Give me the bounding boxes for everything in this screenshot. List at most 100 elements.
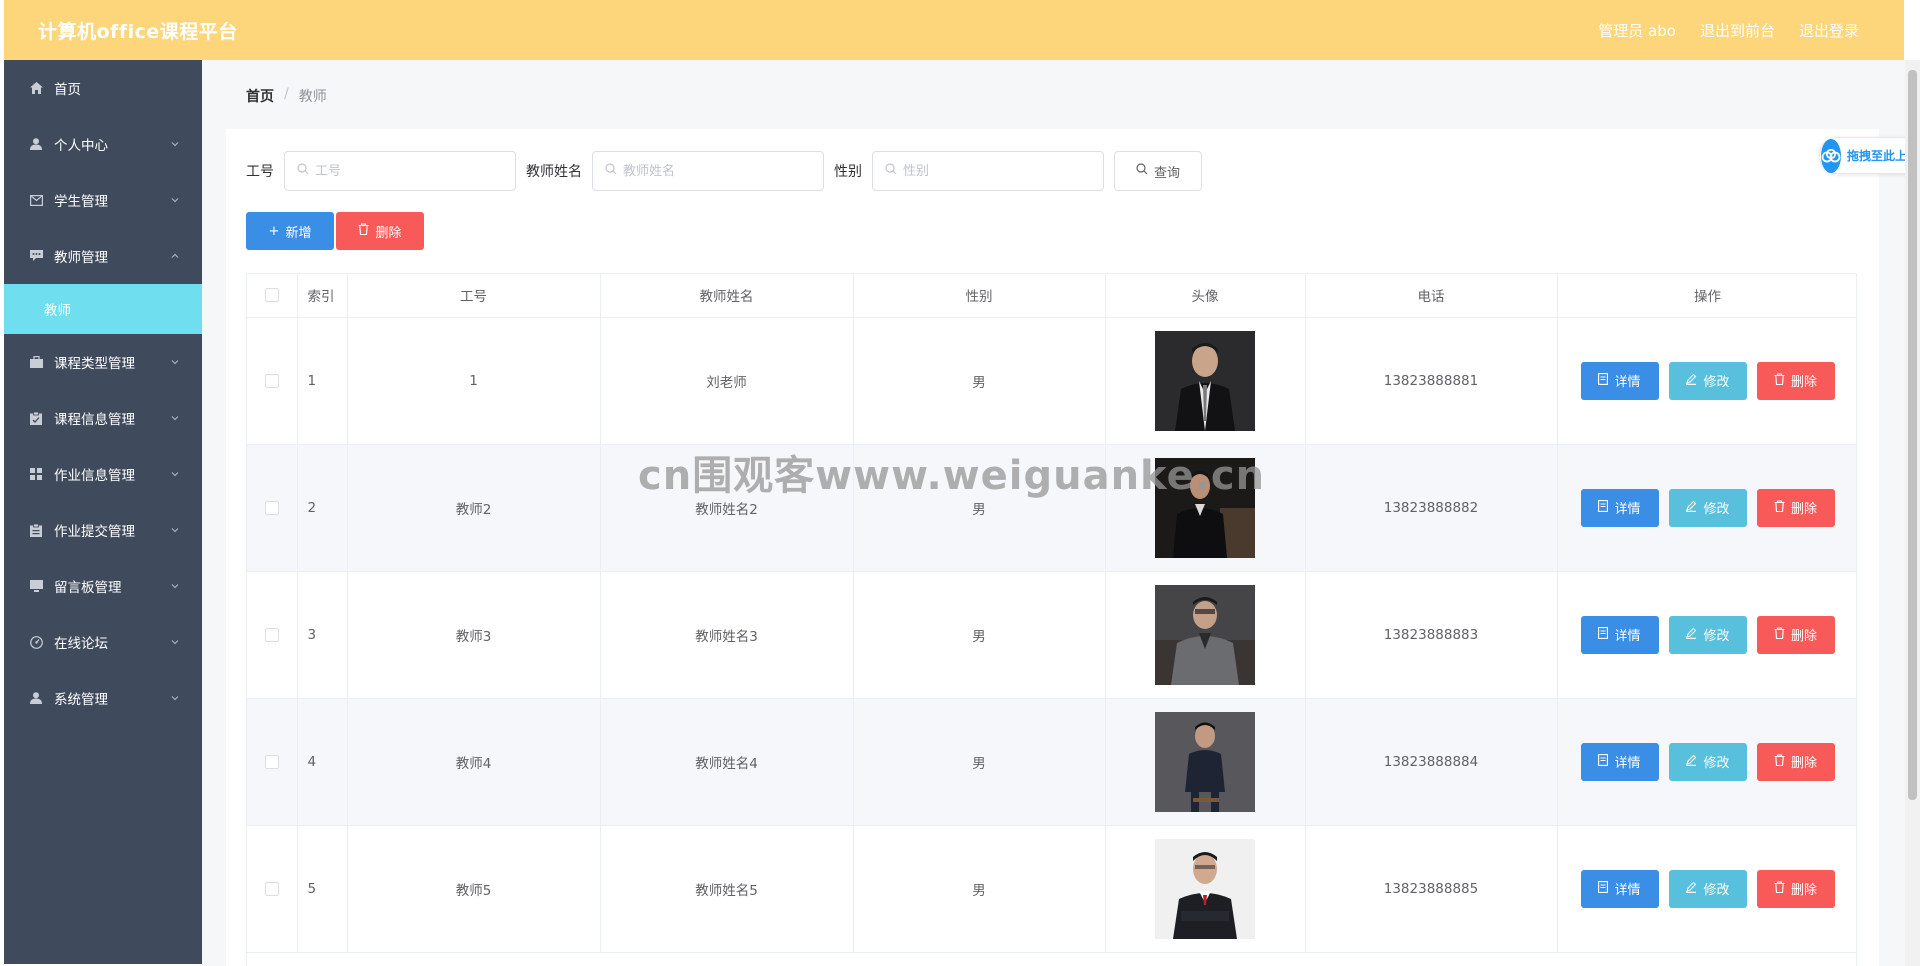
- avatar[interactable]: [1155, 584, 1255, 685]
- cell-avatar: [1105, 825, 1306, 953]
- chat-icon: [28, 248, 44, 264]
- name-field[interactable]: [592, 151, 824, 191]
- id-field[interactable]: [284, 151, 516, 191]
- sidebar-item-message-board-management[interactable]: 留言板管理: [4, 558, 202, 614]
- batch-delete-button[interactable]: 删除: [336, 212, 424, 250]
- sidebar-item-personal-center[interactable]: 个人中心: [4, 116, 202, 172]
- detail-button[interactable]: 详情: [1580, 869, 1659, 908]
- avatar[interactable]: [1155, 711, 1255, 812]
- add-button[interactable]: + 新增: [246, 212, 334, 250]
- detail-label: 详情: [1614, 883, 1641, 898]
- table-row: 2 教师2 教师姓名2 男 13823888882 详情 修改 删除: [247, 444, 1856, 572]
- row-select-cell[interactable]: [247, 571, 298, 699]
- search-icon: [605, 163, 617, 179]
- cell-index: 1: [297, 317, 348, 445]
- row-checkbox[interactable]: [264, 500, 279, 515]
- gender-input[interactable]: [903, 163, 1093, 179]
- sidebar-item-course-info-management[interactable]: 课程信息管理: [4, 390, 202, 446]
- breadcrumb-separator: /: [284, 86, 289, 102]
- cell-index: 5: [297, 825, 348, 953]
- delete-button[interactable]: 删除: [1756, 488, 1835, 527]
- sidebar-item-home[interactable]: 首页: [4, 60, 202, 116]
- search-bar: 工号 教师姓名 性别 查询: [246, 151, 1202, 191]
- sidebar-item-system-management[interactable]: 系统管理: [4, 670, 202, 726]
- breadcrumb-home[interactable]: 首页: [246, 86, 274, 106]
- row-checkbox[interactable]: [264, 627, 279, 642]
- gender-field[interactable]: [872, 151, 1104, 191]
- cell-gender: 男: [853, 444, 1106, 572]
- logout-link[interactable]: 退出登录: [1799, 20, 1859, 41]
- sidebar-item-homework-info-management[interactable]: 作业信息管理: [4, 446, 202, 502]
- delete-button[interactable]: 删除: [1756, 742, 1835, 781]
- detail-button[interactable]: 详情: [1580, 615, 1659, 654]
- query-button[interactable]: 查询: [1114, 151, 1202, 191]
- header-links: 管理员 abo 退出到前台 退出登录: [1598, 20, 1859, 41]
- search-icon: [885, 163, 897, 179]
- grid-icon: [28, 466, 44, 482]
- row-select-cell[interactable]: [247, 825, 298, 953]
- delete-button[interactable]: 删除: [1756, 615, 1835, 654]
- cell-phone: 13823888883: [1305, 571, 1558, 699]
- content-panel: 工号 教师姓名 性别 查询 + 新增: [226, 129, 1879, 966]
- plus-icon: +: [268, 223, 280, 239]
- sidebar-item-course-type-management[interactable]: 课程类型管理: [4, 334, 202, 390]
- sidebar: 首页 个人中心 学生管理 教师管理 教师 课程类型管理 课程信息管理 作业信息管…: [4, 60, 202, 964]
- edit-label: 修改: [1703, 883, 1730, 898]
- row-checkbox[interactable]: [264, 373, 279, 388]
- cell-ops: 详情 修改 删除: [1557, 698, 1857, 826]
- row-actions: 详情 修改 删除: [1558, 742, 1857, 781]
- cell-gender: 男: [853, 571, 1106, 699]
- scroll-thumb[interactable]: [1908, 70, 1917, 800]
- user-icon: [28, 690, 44, 706]
- admin-label[interactable]: 管理员 abo: [1598, 20, 1676, 41]
- edit-button[interactable]: 修改: [1668, 361, 1747, 400]
- id-input[interactable]: [315, 163, 505, 179]
- document-icon: [28, 522, 44, 538]
- cell-phone: 13823888882: [1305, 444, 1558, 572]
- detail-button[interactable]: 详情: [1580, 488, 1659, 527]
- document-icon: [1598, 372, 1609, 389]
- delete-button[interactable]: 删除: [1756, 869, 1835, 908]
- chevron-down-icon: [170, 195, 180, 205]
- row-select-cell[interactable]: [247, 444, 298, 572]
- detail-button[interactable]: 详情: [1580, 361, 1659, 400]
- row-checkbox[interactable]: [264, 881, 279, 896]
- header-id: 工号: [347, 274, 601, 318]
- name-input[interactable]: [623, 163, 813, 179]
- cell-name: 刘老师: [600, 317, 854, 445]
- scrollbar[interactable]: [1905, 60, 1920, 966]
- row-select-cell[interactable]: [247, 317, 298, 445]
- edit-button[interactable]: 修改: [1668, 615, 1747, 654]
- detail-button[interactable]: 详情: [1580, 742, 1659, 781]
- sidebar-item-online-forum[interactable]: 在线论坛: [4, 614, 202, 670]
- trash-icon: [358, 223, 369, 239]
- sidebar-item-homework-submit-management[interactable]: 作业提交管理: [4, 502, 202, 558]
- sidebar-item-student-management[interactable]: 学生管理: [4, 172, 202, 228]
- id-label: 工号: [246, 164, 274, 180]
- edit-button[interactable]: 修改: [1668, 869, 1747, 908]
- row-checkbox[interactable]: [264, 754, 279, 769]
- sidebar-subitem-teacher[interactable]: 教师: [4, 284, 202, 334]
- to-front-link[interactable]: 退出到前台: [1700, 20, 1775, 41]
- table-row: 3 教师3 教师姓名3 男 13823888883 详情 修改 删除: [247, 571, 1856, 699]
- action-bar: + 新增 删除: [246, 212, 424, 250]
- cell-id: 教师3: [347, 571, 601, 699]
- edit-button[interactable]: 修改: [1668, 488, 1747, 527]
- avatar[interactable]: [1155, 838, 1255, 939]
- edit-button[interactable]: 修改: [1668, 742, 1747, 781]
- avatar[interactable]: [1155, 330, 1255, 431]
- main-content: 首页 / 教师 工号 教师姓名 性别 查询: [202, 60, 1905, 966]
- trash-icon: [1774, 626, 1785, 643]
- document-icon: [1598, 626, 1609, 643]
- avatar[interactable]: [1155, 457, 1255, 558]
- select-all-cell[interactable]: [247, 274, 298, 318]
- cell-avatar: [1105, 571, 1306, 699]
- sidebar-item-teacher-management[interactable]: 教师管理: [4, 228, 202, 284]
- row-actions: 详情 修改 删除: [1558, 361, 1857, 400]
- cell-id: 教师4: [347, 698, 601, 826]
- briefcase-icon: [28, 354, 44, 370]
- edit-label: 修改: [1703, 375, 1730, 390]
- row-select-cell[interactable]: [247, 698, 298, 826]
- delete-button[interactable]: 删除: [1756, 361, 1835, 400]
- select-all-checkbox[interactable]: [264, 288, 279, 303]
